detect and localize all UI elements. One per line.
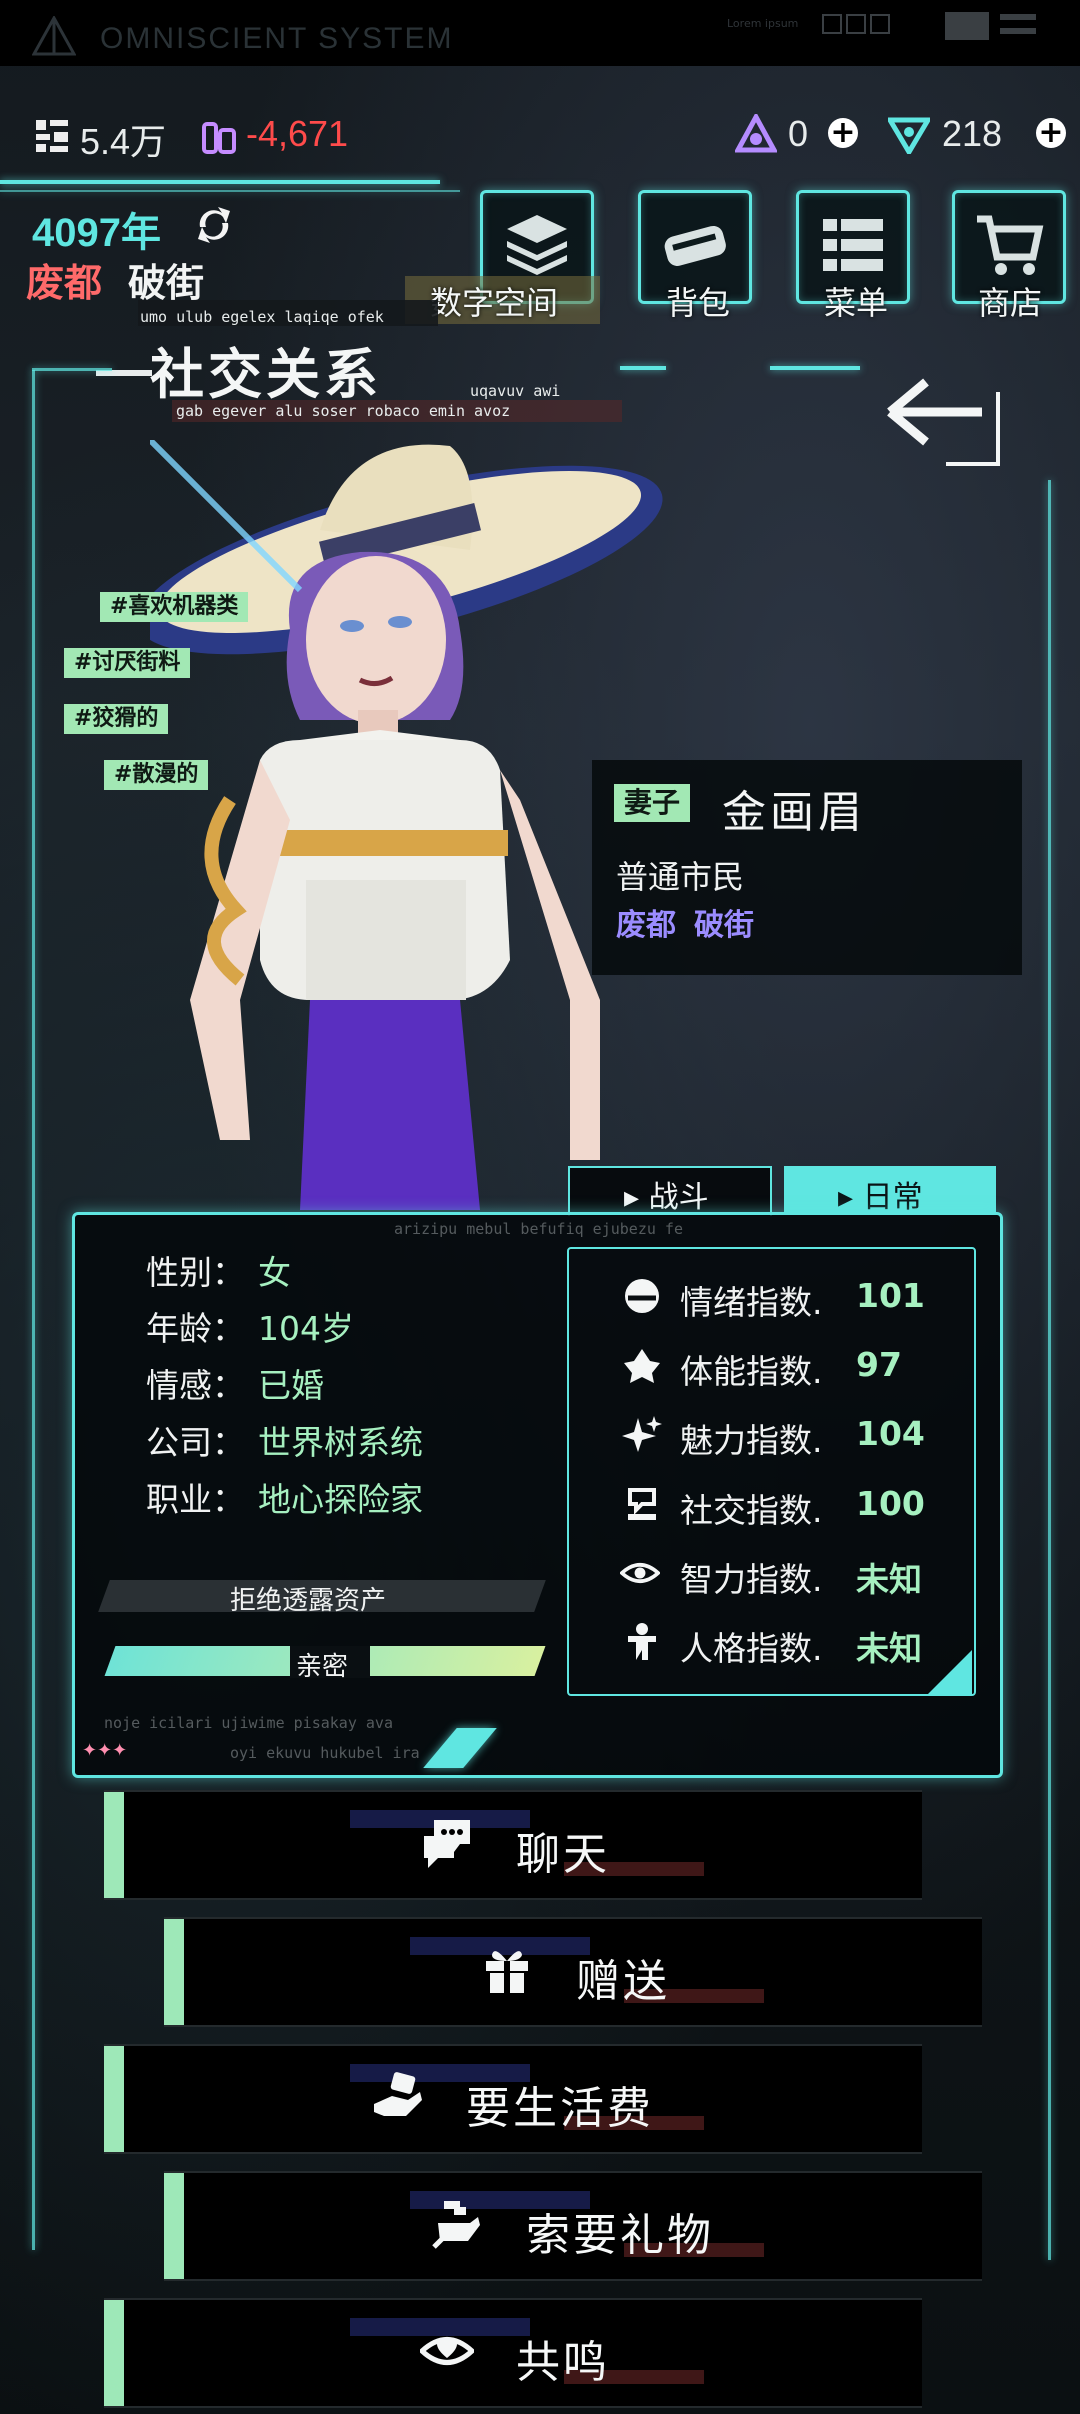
occupation-value: 地心探险家 — [258, 1480, 423, 1519]
person-icon — [628, 1623, 656, 1660]
ask-allowance-label: 要生活费 — [466, 2083, 654, 2134]
relation-badge: 妻子 — [614, 784, 691, 822]
stat-stamina-value: 97 — [856, 1345, 902, 1384]
character-street: 破街 — [694, 908, 754, 943]
add-tokens-button[interactable]: + — [1036, 118, 1066, 148]
debt-value: -4,671 — [246, 113, 349, 154]
tokens-value: 218 — [942, 113, 1003, 154]
company-key: 公司： — [146, 1423, 245, 1462]
chat-icon — [424, 1820, 470, 1868]
hand-money-icon — [374, 2072, 422, 2116]
resonance-label: 共鸣 — [516, 2337, 610, 2388]
sparkle-icon — [622, 1416, 662, 1452]
character-name: 金画眉 — [722, 787, 866, 838]
window-max-icon — [846, 14, 866, 34]
stat-social-value: 100 — [856, 1484, 925, 1523]
chat-label: 聊天 — [516, 1829, 610, 1880]
social-icon — [628, 1488, 656, 1520]
page-title: 社交关系 — [150, 343, 382, 406]
nav-shop-label: 商店 — [978, 284, 1043, 322]
game-screen: OMNISCIENT SYSTEM Lorem ipsum 5.4万 -4,67… — [0, 0, 1080, 2414]
cart-icon — [977, 215, 1044, 275]
stamina-icon — [624, 1349, 660, 1383]
window-min-icon — [822, 14, 842, 34]
panel-deco-bottom1: noje icilari ujiwime pisakay ava — [104, 1714, 393, 1732]
menu-list-icon — [823, 219, 883, 271]
tab-combat-label: 战斗 — [648, 1180, 709, 1215]
nav-digital-space-label: 数字空间 — [430, 284, 559, 322]
stat-stamina-label: 体能指数. — [680, 1352, 823, 1391]
back-button[interactable] — [886, 372, 1010, 472]
company-value: 世界树系统 — [258, 1423, 423, 1462]
intimacy-label: 亲密 — [296, 1652, 349, 1682]
stat-charm-label: 魅力指数. — [680, 1421, 823, 1460]
debt-icon — [202, 122, 236, 154]
title-deco-top: umo ulub egelex laqiqe ofek — [140, 308, 384, 326]
chat-button[interactable]: 聊天 — [104, 1790, 922, 1900]
coins-value: 5.4万 — [80, 121, 167, 162]
hand-gift-icon — [432, 2201, 480, 2249]
system-logo-icon — [32, 16, 76, 56]
panel-deco-bottom2: oyi ekuvu hukubel ira — [230, 1744, 420, 1762]
ask-gift-button[interactable]: 索要礼物 — [164, 2171, 982, 2281]
character-class: 普通市民 — [616, 858, 745, 896]
system-lorem: Lorem ipsum — [727, 17, 799, 30]
token-icon — [888, 117, 930, 154]
ask-gift-label: 索要礼物 — [526, 2210, 714, 2261]
window-close-icon — [870, 14, 890, 34]
stars-deco-icon: ✦✦✦ — [82, 1740, 128, 1761]
gem-icon — [735, 114, 777, 153]
system-title: OMNISCIENT SYSTEM — [100, 22, 454, 55]
nav-bag-label: 背包 — [666, 284, 731, 322]
title-deco-bottom: gab egever alu soser robaco emin avoz — [176, 402, 511, 420]
relationship-key: 情感： — [146, 1366, 245, 1405]
stat-intellect-value: 未知 — [856, 1560, 922, 1599]
stat-intellect-label: 智力指数. — [680, 1560, 823, 1599]
street-label: 破街 — [128, 261, 205, 305]
tag-item: #散漫的 — [104, 760, 209, 790]
bag-icon — [664, 225, 726, 266]
stat-mood-value: 101 — [856, 1276, 925, 1315]
tab-daily-label: 日常 — [862, 1180, 923, 1215]
eye-icon — [620, 1563, 660, 1583]
occupation-key: 职业： — [146, 1480, 245, 1519]
stat-social-label: 社交指数. — [680, 1491, 823, 1530]
window-bars-icon — [1000, 14, 1036, 20]
mood-icon — [625, 1279, 659, 1313]
stat-personality-label: 人格指数. — [680, 1629, 823, 1668]
gender-key: 性别： — [146, 1253, 245, 1292]
resonance-button[interactable]: 共鸣 — [104, 2298, 922, 2408]
year-label: 4097年 — [32, 211, 161, 255]
tag-item: #讨厌街料 — [64, 648, 191, 678]
coin-icon — [36, 120, 68, 152]
asset-status: 拒绝透露资产 — [230, 1586, 387, 1616]
relationship-value: 已婚 — [258, 1366, 324, 1405]
resonance-eye-icon — [420, 2337, 474, 2365]
nav-menu-label: 菜单 — [824, 284, 889, 322]
window-deco-icon — [945, 12, 989, 40]
add-gems-button[interactable]: + — [828, 118, 858, 148]
gender-value: 女 — [258, 1253, 291, 1292]
panel-deco-top: arizipu mebul befufiq ejubezu fe — [394, 1220, 683, 1238]
tag-item: #喜欢机器类 — [100, 592, 249, 622]
district-label: 废都 — [26, 261, 103, 305]
age-key: 年龄： — [146, 1309, 245, 1348]
gift-label: 赠送 — [576, 1956, 670, 2007]
gift-icon — [486, 1951, 528, 1993]
tag-item: #狡猾的 — [64, 704, 169, 734]
layers-icon — [507, 215, 567, 275]
gift-button[interactable]: 赠送 — [164, 1917, 982, 2027]
gems-value: 0 — [788, 113, 809, 154]
stat-mood-label: 情绪指数. — [680, 1283, 823, 1322]
title-deco-right: uqavuv awi — [470, 382, 561, 400]
stat-personality-value: 未知 — [856, 1629, 922, 1668]
stat-charm-value: 104 — [856, 1414, 925, 1453]
refresh-icon[interactable] — [192, 205, 236, 245]
ask-allowance-button[interactable]: 要生活费 — [104, 2044, 922, 2154]
character-district: 废都 — [616, 908, 676, 943]
age-value: 104岁 — [258, 1309, 354, 1348]
